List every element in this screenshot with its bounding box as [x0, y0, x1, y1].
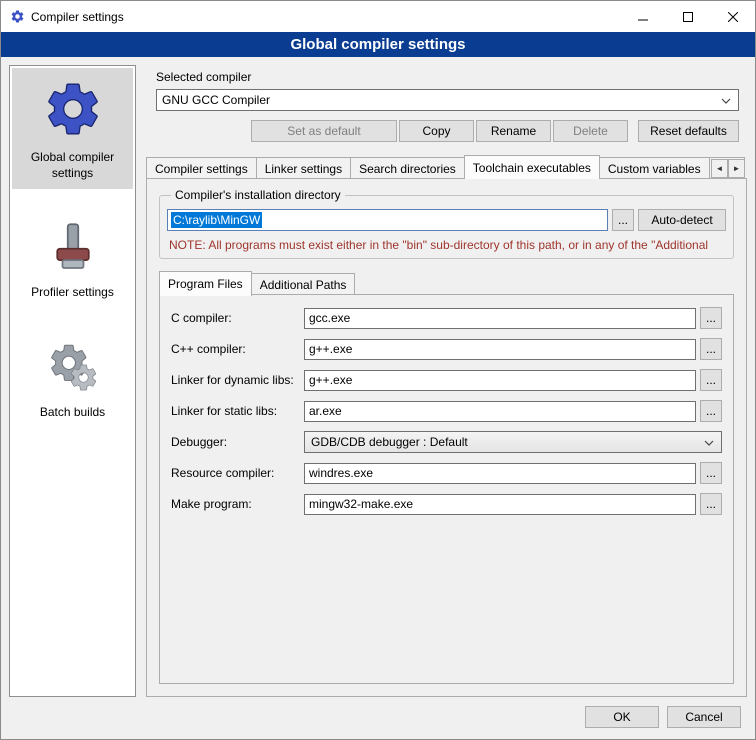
rename-button[interactable]: Rename	[476, 120, 551, 142]
titlebar: Compiler settings	[1, 1, 755, 32]
bin-subdirectory-note: NOTE: All programs must exist either in …	[169, 238, 724, 252]
field-row: Linker for dynamic libs: ...	[171, 369, 722, 391]
sidebar: Global compiler settings Profiler settin…	[9, 65, 136, 697]
copy-button[interactable]: Copy	[399, 120, 474, 142]
linker-static-label: Linker for static libs:	[171, 404, 304, 418]
make-program-input[interactable]	[304, 494, 696, 515]
tab-scroll-left-icon[interactable]: ◄	[711, 159, 728, 178]
minimize-button[interactable]	[620, 1, 665, 32]
maximize-button[interactable]	[665, 1, 710, 32]
field-row: C++ compiler: ...	[171, 338, 722, 360]
cancel-button[interactable]: Cancel	[667, 706, 741, 728]
installation-directory-group: Compiler's installation directory C:\ray…	[159, 188, 734, 259]
installation-directory-selected-text: C:\raylib\MinGW	[171, 212, 262, 228]
tab-custom-variables[interactable]: Custom variables	[599, 157, 710, 179]
sidebar-item-label: Profiler settings	[31, 285, 114, 301]
debugger-label: Debugger:	[171, 435, 304, 449]
compiler-settings-window: { "window": { "title": "Compiler setting…	[0, 0, 756, 740]
installation-directory-input[interactable]: C:\raylib\MinGW	[167, 209, 608, 231]
linker-dynamic-browse-button[interactable]: ...	[700, 369, 722, 391]
toolchain-executables-panel: Compiler's installation directory C:\ray…	[146, 178, 747, 697]
field-row: Make program: ...	[171, 493, 722, 515]
chevron-down-icon	[704, 435, 714, 449]
sidebar-item-global-compiler-settings[interactable]: Global compiler settings	[12, 68, 133, 189]
set-as-default-button[interactable]: Set as default	[251, 120, 397, 142]
c-compiler-label: C compiler:	[171, 311, 304, 325]
linker-dynamic-input[interactable]	[304, 370, 696, 391]
field-row: C compiler: ...	[171, 307, 722, 329]
sidebar-item-profiler-settings[interactable]: Profiler settings	[12, 209, 133, 309]
dialog-content: Global compiler settings Profiler settin…	[1, 57, 755, 697]
window-title: Compiler settings	[31, 10, 124, 24]
tab-linker-settings[interactable]: Linker settings	[256, 157, 351, 179]
window-gear-icon	[10, 9, 25, 24]
resource-compiler-browse-button[interactable]: ...	[700, 462, 722, 484]
tab-additional-paths[interactable]: Additional Paths	[251, 273, 356, 295]
installation-directory-row: C:\raylib\MinGW ... Auto-detect	[167, 209, 726, 231]
c-compiler-input[interactable]	[304, 308, 696, 329]
make-program-label: Make program:	[171, 497, 304, 511]
sidebar-item-label: Batch builds	[40, 405, 105, 421]
selected-compiler-dropdown[interactable]: GNU GCC Compiler	[156, 89, 739, 111]
sidebar-item-label: Global compiler settings	[14, 150, 131, 181]
auto-detect-button[interactable]: Auto-detect	[638, 209, 726, 231]
program-files-tabstrip: Program Files Additional Paths	[159, 271, 734, 295]
reset-defaults-button[interactable]: Reset defaults	[638, 120, 739, 142]
tab-toolchain-executables[interactable]: Toolchain executables	[464, 155, 600, 179]
linker-static-browse-button[interactable]: ...	[700, 400, 722, 422]
ok-button[interactable]: OK	[585, 706, 659, 728]
debugger-dropdown[interactable]: GDB/CDB debugger : Default	[304, 431, 722, 453]
selected-compiler-value: GNU GCC Compiler	[162, 93, 721, 107]
close-button[interactable]	[710, 1, 755, 32]
cpp-compiler-label: C++ compiler:	[171, 342, 304, 356]
tab-scroll-buttons: ◄ ►	[711, 159, 745, 178]
tab-search-directories[interactable]: Search directories	[350, 157, 465, 179]
dialog-footer: OK Cancel	[1, 697, 755, 739]
field-row: Linker for static libs: ...	[171, 400, 722, 422]
compiler-action-buttons: Set as default Copy Rename Delete Reset …	[146, 120, 747, 142]
tab-program-files[interactable]: Program Files	[159, 271, 252, 296]
linker-static-input[interactable]	[304, 401, 696, 422]
sidebar-item-batch-builds[interactable]: Batch builds	[12, 329, 133, 429]
caption-buttons	[620, 1, 755, 32]
blue-gear-icon	[42, 78, 104, 143]
installation-directory-group-title: Compiler's installation directory	[171, 188, 345, 202]
field-row: Resource compiler: ...	[171, 462, 722, 484]
debugger-value: GDB/CDB debugger : Default	[311, 435, 704, 449]
tab-compiler-settings[interactable]: Compiler settings	[146, 157, 257, 179]
resource-compiler-label: Resource compiler:	[171, 466, 304, 480]
linker-dynamic-label: Linker for dynamic libs:	[171, 373, 304, 387]
field-row: Debugger: GDB/CDB debugger : Default	[171, 431, 722, 453]
main-panel: Selected compiler GNU GCC Compiler Set a…	[146, 65, 747, 697]
settings-tabstrip: Compiler settings Linker settings Search…	[146, 155, 747, 179]
banner-title: Global compiler settings	[1, 32, 755, 57]
delete-button[interactable]: Delete	[553, 120, 628, 142]
program-files-panel: C compiler: ... C++ compiler: ... Linker…	[159, 294, 734, 684]
tab-scroll-right-icon[interactable]: ►	[728, 159, 745, 178]
c-compiler-browse-button[interactable]: ...	[700, 307, 722, 329]
make-program-browse-button[interactable]: ...	[700, 493, 722, 515]
resource-compiler-input[interactable]	[304, 463, 696, 484]
browse-directory-button[interactable]: ...	[612, 209, 634, 231]
chevron-down-icon	[721, 93, 731, 107]
cpp-compiler-browse-button[interactable]: ...	[700, 338, 722, 360]
gray-gears-icon	[45, 339, 101, 398]
profiler-tool-icon	[45, 219, 101, 278]
cpp-compiler-input[interactable]	[304, 339, 696, 360]
selected-compiler-label: Selected compiler	[156, 70, 747, 84]
